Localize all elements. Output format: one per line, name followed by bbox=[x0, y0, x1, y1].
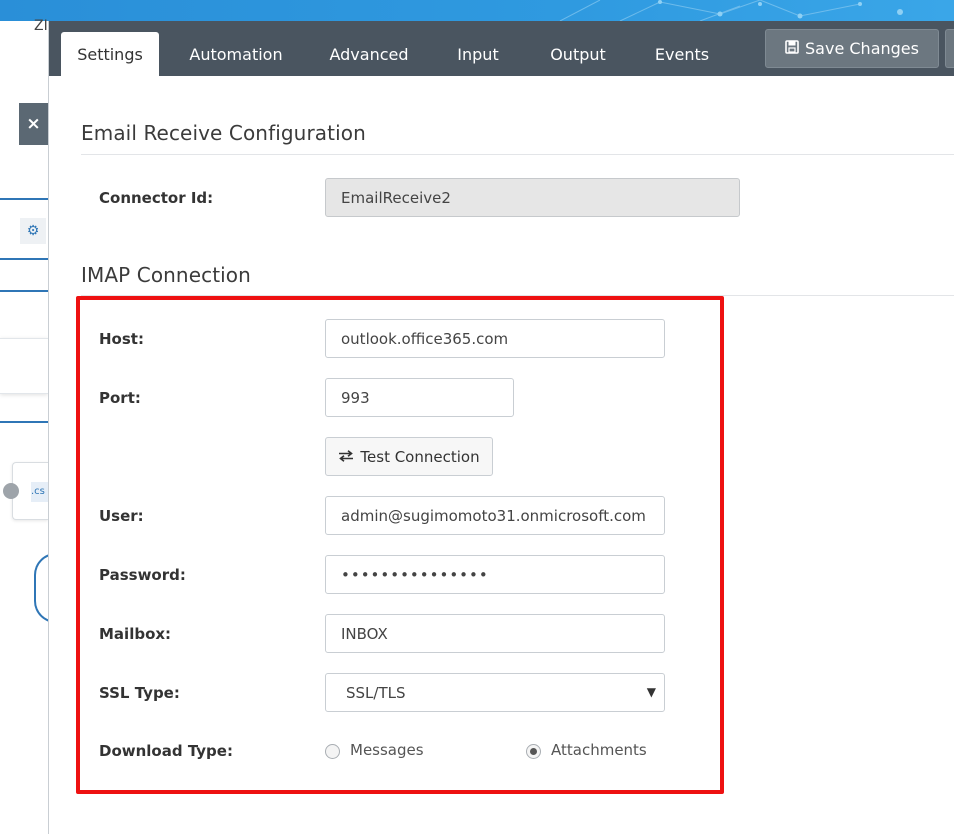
connector-id-label: Connector Id: bbox=[99, 189, 214, 207]
connector-dot-icon[interactable] bbox=[3, 483, 19, 499]
background-divider bbox=[0, 198, 48, 200]
tab-automation[interactable]: Automation bbox=[173, 32, 299, 76]
port-input[interactable]: 993 bbox=[325, 378, 514, 417]
host-input[interactable]: outlook.office365.com bbox=[325, 319, 665, 358]
mailbox-input[interactable]: INBOX bbox=[325, 614, 665, 653]
ssl-type-value: SSL/TLS bbox=[346, 683, 406, 702]
floppy-disk-icon bbox=[785, 39, 799, 58]
port-label: Port: bbox=[99, 389, 141, 407]
section-divider bbox=[81, 154, 954, 155]
app-top-bar bbox=[0, 0, 954, 21]
connector-settings-modal: Settings Automation Advanced Input Outpu… bbox=[48, 21, 954, 834]
background-divider bbox=[0, 421, 48, 423]
background-card[interactable] bbox=[0, 338, 48, 394]
test-connection-button[interactable]: Test Connection bbox=[325, 437, 493, 476]
radio-attachments-label[interactable]: Attachments bbox=[551, 741, 647, 759]
radio-messages-label[interactable]: Messages bbox=[350, 741, 424, 759]
more-actions-button[interactable] bbox=[945, 29, 954, 68]
highlight-annotation-box bbox=[76, 296, 724, 794]
user-input[interactable]: admin@sugimomoto31.onmicrosoft.com bbox=[325, 496, 665, 535]
save-changes-button[interactable]: Save Changes bbox=[765, 29, 939, 68]
ssl-type-label: SSL Type: bbox=[99, 684, 180, 702]
tab-bar: Settings Automation Advanced Input Outpu… bbox=[49, 21, 954, 76]
save-changes-label: Save Changes bbox=[805, 39, 919, 58]
close-panel-button[interactable]: × bbox=[19, 103, 48, 145]
caret-down-icon: ▼ bbox=[646, 685, 656, 699]
background-node-label: .cs bbox=[31, 482, 48, 502]
download-type-label: Download Type: bbox=[99, 742, 233, 760]
tab-advanced[interactable]: Advanced bbox=[315, 32, 423, 76]
network-pattern-decoration bbox=[559, 0, 903, 21]
user-label: User: bbox=[99, 507, 144, 525]
tab-input[interactable]: Input bbox=[441, 32, 515, 76]
password-input[interactable]: ••••••••••••••• bbox=[325, 555, 665, 594]
tab-output[interactable]: Output bbox=[535, 32, 621, 76]
imap-connection-title: IMAP Connection bbox=[81, 263, 251, 287]
password-label: Password: bbox=[99, 566, 186, 584]
host-label: Host: bbox=[99, 330, 144, 348]
background-card-text: ZI bbox=[34, 18, 48, 34]
mailbox-label: Mailbox: bbox=[99, 625, 172, 643]
radio-attachments[interactable] bbox=[526, 744, 541, 759]
connector-id-field: EmailReceive2 bbox=[325, 178, 740, 217]
test-connection-label: Test Connection bbox=[360, 447, 480, 466]
section-divider bbox=[81, 295, 954, 296]
close-icon: × bbox=[26, 114, 41, 134]
tab-settings[interactable]: Settings bbox=[61, 32, 159, 76]
tab-events[interactable]: Events bbox=[641, 32, 723, 76]
background-divider bbox=[0, 290, 48, 292]
exchange-arrows-icon bbox=[338, 448, 354, 466]
ssl-type-select[interactable]: SSL/TLS ▼ bbox=[325, 673, 665, 712]
background-divider bbox=[0, 258, 48, 260]
email-config-title: Email Receive Configuration bbox=[81, 121, 366, 145]
gear-icon[interactable]: ⚙ bbox=[20, 218, 46, 244]
radio-messages[interactable] bbox=[325, 744, 340, 759]
